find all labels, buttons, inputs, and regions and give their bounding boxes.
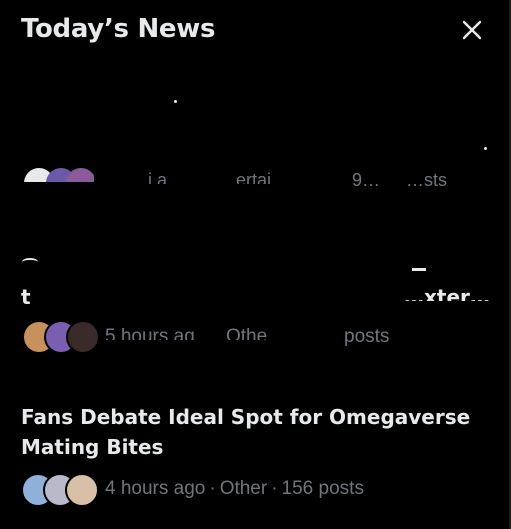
render-artifact — [484, 147, 487, 150]
story-post-count: 156 posts — [281, 478, 364, 499]
panel-title: Today’s News — [21, 14, 216, 44]
close-button[interactable] — [458, 16, 486, 44]
story-avatars — [22, 319, 100, 354]
todays-news-panel: Today’s News …i a …ertai… 9… …sts t …xte… — [0, 0, 511, 529]
render-artifact — [22, 258, 38, 266]
story-meta-text: 4 hours ago · Other · 156 posts — [105, 478, 364, 500]
story-meta-fragment: 9… — [352, 170, 381, 186]
news-story-1[interactable]: …i a …ertai… 9… …sts — [0, 90, 509, 200]
meta-separator: · — [271, 478, 278, 499]
news-story-3[interactable]: Fans Debate Ideal Spot for Omegaverse Ma… — [21, 402, 491, 507]
story-meta: 4 hours ago · Other · 156 posts — [21, 472, 491, 507]
render-artifact — [412, 268, 426, 271]
avatar — [65, 473, 99, 507]
story-headline: t — [21, 285, 31, 309]
news-story-2[interactable]: t …xter… 5 hours ag Othe posts — [0, 250, 509, 360]
story-meta-fragment: …sts — [406, 170, 448, 190]
meta-separator: · — [209, 478, 216, 499]
story-headline-end: …xter… — [404, 285, 490, 301]
render-artifact — [174, 100, 177, 103]
story-posts-fragment: posts — [344, 326, 390, 347]
story-time-fragment: 5 hours ag — [105, 326, 195, 340]
story-category: Other — [219, 478, 268, 499]
story-meta-fragment: …ertai… — [218, 170, 290, 184]
story-avatars — [21, 472, 105, 507]
avatar — [66, 320, 100, 354]
story-time: 4 hours ago — [105, 478, 206, 499]
story-avatars — [24, 168, 94, 182]
story-headline-line-2: Mating Bites — [21, 435, 164, 459]
story-headline-line-1: Fans Debate Ideal Spot for Omegaverse — [21, 405, 471, 429]
story-category-fragment: Othe — [226, 326, 268, 340]
story-meta-fragment: …i a — [130, 170, 168, 184]
close-icon — [462, 20, 482, 40]
